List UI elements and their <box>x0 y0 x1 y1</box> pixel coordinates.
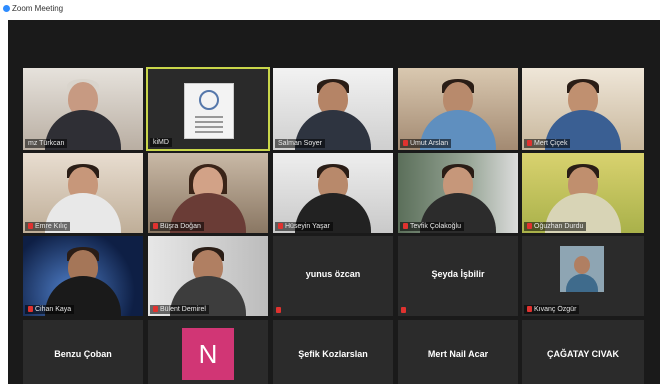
participant-tile[interactable]: Benzu Çoban <box>23 320 143 384</box>
muted-mic-icon <box>28 223 33 229</box>
muted-mic-icon <box>401 307 406 313</box>
participant-tile[interactable]: Şeyda İşbilir <box>398 236 518 316</box>
participant-tile[interactable]: Umut Arslan <box>398 68 518 150</box>
profile-picture <box>560 246 604 292</box>
muted-mic-icon <box>153 223 158 229</box>
muted-mic-icon <box>527 306 532 312</box>
participant-name: Şeyda İşbilir <box>431 269 485 279</box>
muted-mic-icon <box>527 223 532 229</box>
shared-logo-image <box>184 83 234 139</box>
participant-name: Şefik Kozlarslan <box>298 349 368 359</box>
participant-tile[interactable]: Salman Soyer <box>273 68 393 150</box>
participant-tile[interactable]: Cihan Kaya <box>23 236 143 316</box>
participant-tile[interactable]: Tevfik Çolakoğlu <box>398 153 518 233</box>
participant-tile[interactable]: ÇAĞATAY CIVAK <box>522 320 644 384</box>
zoom-app-icon <box>3 5 10 12</box>
muted-mic-icon <box>276 307 281 313</box>
participant-name: Salman Soyer <box>275 139 325 148</box>
participant-tile[interactable]: Kıvanç Özgür <box>522 236 644 316</box>
participant-tile[interactable]: Mert Nail Acar <box>398 320 518 384</box>
participant-tile[interactable]: Oğuzhan Durdu <box>522 153 644 233</box>
participant-name: Mert Çiçek <box>524 139 571 148</box>
participant-name: Bülent Demirel <box>150 305 209 314</box>
participant-name: Benzu Çoban <box>54 349 112 359</box>
muted-mic-icon <box>527 140 532 146</box>
participant-tile[interactable]: mz Türkcan <box>23 68 143 150</box>
participant-name: Hüseyin Yaşar <box>275 222 333 231</box>
participant-avatar: N <box>182 328 234 380</box>
participant-name: ÇAĞATAY CIVAK <box>546 349 619 359</box>
participant-name: yunus özcan <box>305 269 361 279</box>
participant-tile[interactable]: Mert Çiçek <box>522 68 644 150</box>
participant-name: Umut Arslan <box>400 139 452 148</box>
window-titlebar: Zoom Meeting <box>0 0 668 20</box>
participant-tile[interactable]: yunus özcan <box>273 236 393 316</box>
window-title: Zoom Meeting <box>12 4 64 13</box>
participant-name: mz Türkcan <box>25 139 68 148</box>
muted-mic-icon <box>278 223 283 229</box>
participant-name: Kıvanç Özgür <box>524 305 580 314</box>
participant-tile[interactable]: Bülent Demirel <box>148 236 268 316</box>
participant-tile[interactable]: Büşra Doğan <box>148 153 268 233</box>
participant-tile-active-speaker[interactable]: kiMD <box>146 67 270 151</box>
muted-mic-icon <box>28 306 33 312</box>
participant-tile[interactable]: N <box>148 320 268 384</box>
muted-mic-icon <box>403 223 408 229</box>
participant-name: Oğuzhan Durdu <box>524 222 587 231</box>
participant-tile[interactable]: Hüseyin Yaşar <box>273 153 393 233</box>
muted-mic-icon <box>153 306 158 312</box>
participant-name: Mert Nail Acar <box>427 349 489 359</box>
participant-name: Büşra Doğan <box>150 222 204 231</box>
participant-tile[interactable]: Şefik Kozlarslan <box>273 320 393 384</box>
participant-name: Tevfik Çolakoğlu <box>400 222 464 231</box>
muted-mic-icon <box>403 140 408 146</box>
participant-tile[interactable]: Emre Kılıç <box>23 153 143 233</box>
participant-name: Emre Kılıç <box>25 222 71 231</box>
participant-name: Cihan Kaya <box>25 305 75 314</box>
gallery-view: mz Türkcan kiMD Salman Soyer Umut Arslan <box>8 20 660 384</box>
participant-name: kiMD <box>150 138 172 147</box>
